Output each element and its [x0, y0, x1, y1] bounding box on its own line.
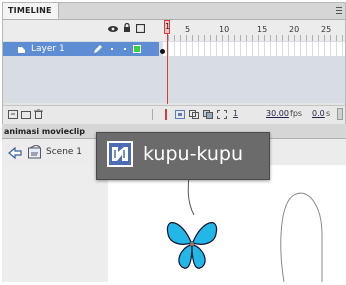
ruler-label: 20	[289, 25, 300, 34]
ruler-label: 10	[219, 25, 230, 34]
timeline-tab[interactable]: TIMELINE	[3, 3, 59, 19]
onion-skin-icon[interactable]	[189, 110, 199, 122]
lock-icon[interactable]	[123, 22, 131, 36]
scroll-handle[interactable]	[337, 108, 343, 120]
center-frame-icon[interactable]	[175, 110, 185, 122]
lock-dot[interactable]	[124, 48, 126, 50]
layer-color-swatch[interactable]	[133, 45, 141, 53]
symbol-name: kupu-kupu	[143, 143, 243, 165]
keyframe[interactable]	[160, 49, 165, 54]
visibility-dot[interactable]	[111, 48, 113, 50]
playhead-line	[167, 34, 168, 104]
butterfly-symbol[interactable]	[164, 210, 220, 275]
stage[interactable]	[108, 164, 346, 283]
new-layer-icon[interactable]	[8, 110, 18, 122]
back-arrow-icon[interactable]	[8, 146, 22, 162]
scene-label[interactable]: Scene 1	[46, 147, 82, 157]
panel-menu-icon[interactable]	[336, 7, 342, 14]
fps-unit: fps	[290, 109, 303, 118]
scene-icon	[28, 144, 42, 162]
symbol-tooltip: kupu-kupu	[96, 132, 270, 180]
edit-multiple-frames-icon[interactable]	[217, 110, 227, 122]
outline-icon[interactable]	[135, 23, 146, 36]
current-frame-label: 1	[165, 22, 171, 31]
frames-grid[interactable]	[163, 42, 345, 56]
pencil-icon	[93, 44, 103, 57]
document-tab[interactable]: animasi movieclip	[4, 127, 85, 136]
pasteboard	[2, 165, 108, 282]
ruler-label: 15	[257, 25, 268, 34]
stage-artwork	[187, 164, 323, 283]
timeline-footer: 1 30.00 fps 0.0 s	[3, 105, 345, 124]
playhead-marker-icon	[164, 109, 168, 123]
ruler-label: 25	[321, 25, 332, 34]
timeline-panel: TIMELINE 5 10 15 20 25 Layer 1 1 1 30.00…	[2, 2, 346, 124]
delete-icon[interactable]	[34, 108, 43, 122]
eye-icon[interactable]	[108, 25, 118, 36]
movieclip-symbol-icon	[107, 141, 133, 170]
onion-outline-icon[interactable]	[203, 110, 213, 122]
divider	[152, 109, 153, 120]
layer-icon	[17, 45, 26, 57]
layer-row[interactable]: Layer 1	[3, 42, 159, 56]
time-unit: s	[326, 109, 331, 118]
footer-frame-number: 1	[233, 109, 239, 118]
playhead[interactable]: 1	[164, 20, 170, 34]
time-value[interactable]: 0.0	[312, 109, 325, 118]
new-folder-icon[interactable]	[21, 110, 31, 122]
fps-value[interactable]: 30.00	[266, 109, 289, 118]
ruler-label: 5	[185, 25, 191, 34]
layer-name[interactable]: Layer 1	[31, 44, 65, 54]
